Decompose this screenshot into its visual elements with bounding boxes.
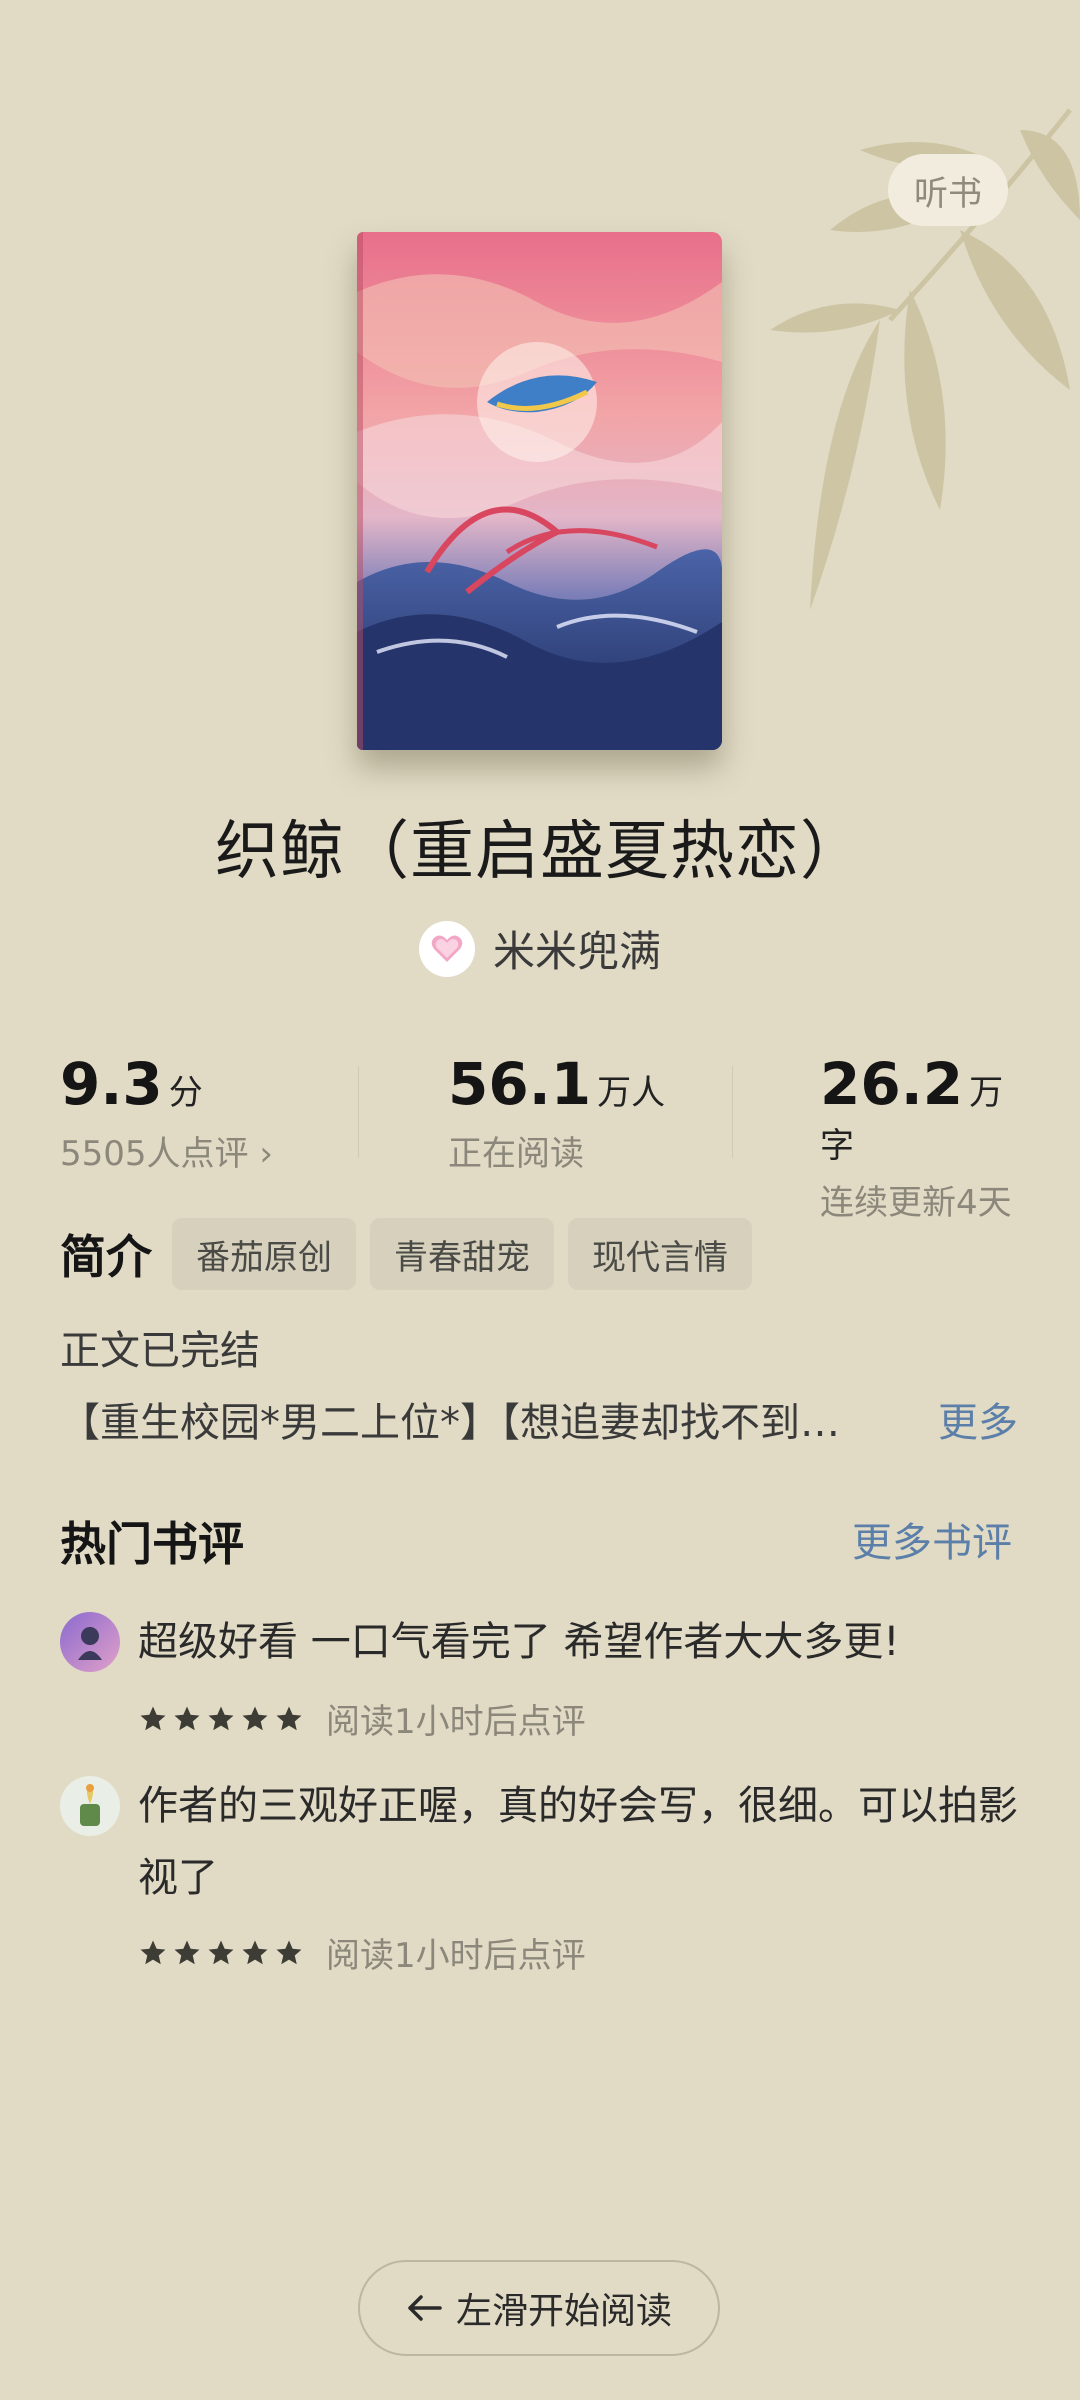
rating-stars (138, 1938, 304, 1968)
more-description-link[interactable]: 更多 (938, 1390, 1018, 1448)
tag-chip[interactable]: 番茄原创 (172, 1218, 356, 1290)
intro-row: 简介 番茄原创 青春甜宠 现代言情 (60, 1218, 752, 1290)
star-icon (276, 1940, 302, 1964)
rating-count: 5505人点评 › (60, 1134, 273, 1174)
star-icon (140, 1940, 166, 1964)
star-icon (208, 1940, 234, 1964)
review-text: 作者的三观好正喔，真的好会写，很细。可以拍影视了 (138, 1783, 1018, 1901)
star-icon (140, 1706, 166, 1730)
star-icon (174, 1706, 200, 1730)
star-icon (174, 1940, 200, 1964)
stats-row: 9.3 分 5505人点评 › 56.1 万人 正在阅读 26.2 万字 连续更新4天 (60, 1050, 1020, 1223)
intro-label: 简介 (60, 1230, 152, 1284)
author-row[interactable]: 米米兜满 (0, 918, 1080, 979)
reviewer-avatar[interactable] (60, 1776, 120, 1836)
heart-icon (431, 935, 463, 962)
star-icon (242, 1940, 268, 1964)
hot-reviews-title: 热门书评 (60, 1517, 244, 1571)
cover-art (357, 232, 722, 750)
completion-status: 正文已完结 (60, 1328, 260, 1374)
avatar-image (60, 1612, 120, 1672)
rating-stars (138, 1704, 304, 1734)
tag-chip[interactable]: 现代言情 (568, 1218, 752, 1290)
book-cover[interactable] (357, 232, 722, 750)
start-reading-button[interactable]: 左滑开始阅读 (358, 2260, 720, 2356)
update-streak: 连续更新4天 (820, 1183, 1012, 1223)
star-icon (276, 1706, 302, 1730)
stat-words: 26.2 万字 连续更新4天 (820, 1050, 1020, 1224)
bamboo-decoration (770, 108, 1080, 610)
tag-chip[interactable]: 青春甜宠 (370, 1218, 554, 1290)
review-time: 阅读1小时后点评 (326, 1936, 586, 1976)
description-text[interactable]: 【重生校园*男二上位*】【想追妻却找不到… (60, 1390, 890, 1448)
review-item[interactable]: 超级好看 一口气看完了 希望作者大大多更! 阅读1小时后点评 (60, 1612, 1020, 1742)
review-item[interactable]: 作者的三观好正喔，真的好会写，很细。可以拍影视了 阅读1小时后点评 (60, 1776, 1020, 1976)
stat-divider (732, 1066, 733, 1158)
review-time: 阅读1小时后点评 (326, 1702, 586, 1742)
words-value: 26.2 (820, 1050, 964, 1118)
review-meta: 阅读1小时后点评 (138, 1694, 586, 1743)
arrow-left-icon (408, 2295, 442, 2321)
review-meta: 阅读1小时后点评 (138, 1928, 586, 1977)
readers-unit: 万人 (597, 1073, 666, 1113)
avatar-image (60, 1776, 120, 1836)
author-avatar (418, 920, 475, 977)
stat-divider (358, 1066, 359, 1158)
readers-label: 正在阅读 (448, 1134, 584, 1174)
more-reviews-link[interactable]: 更多书评 (852, 1510, 1012, 1568)
readers-value: 56.1 (448, 1050, 592, 1118)
star-icon (242, 1706, 268, 1730)
book-title: 织鲸（重启盛夏热恋） (215, 815, 865, 889)
stat-rating[interactable]: 9.3 分 5505人点评 › (60, 1050, 273, 1175)
start-reading-label: 左滑开始阅读 (455, 2291, 672, 2332)
rating-unit: 分 (168, 1073, 203, 1113)
rating-value: 9.3 (60, 1050, 163, 1118)
author-name: 米米兜满 (492, 927, 661, 976)
reviewer-avatar[interactable] (60, 1612, 120, 1672)
star-icon (208, 1706, 234, 1730)
listen-button[interactable]: 听书 (888, 154, 1008, 226)
review-text: 超级好看 一口气看完了 希望作者大大多更! (138, 1619, 900, 1665)
stat-readers: 56.1 万人 正在阅读 (448, 1050, 665, 1175)
